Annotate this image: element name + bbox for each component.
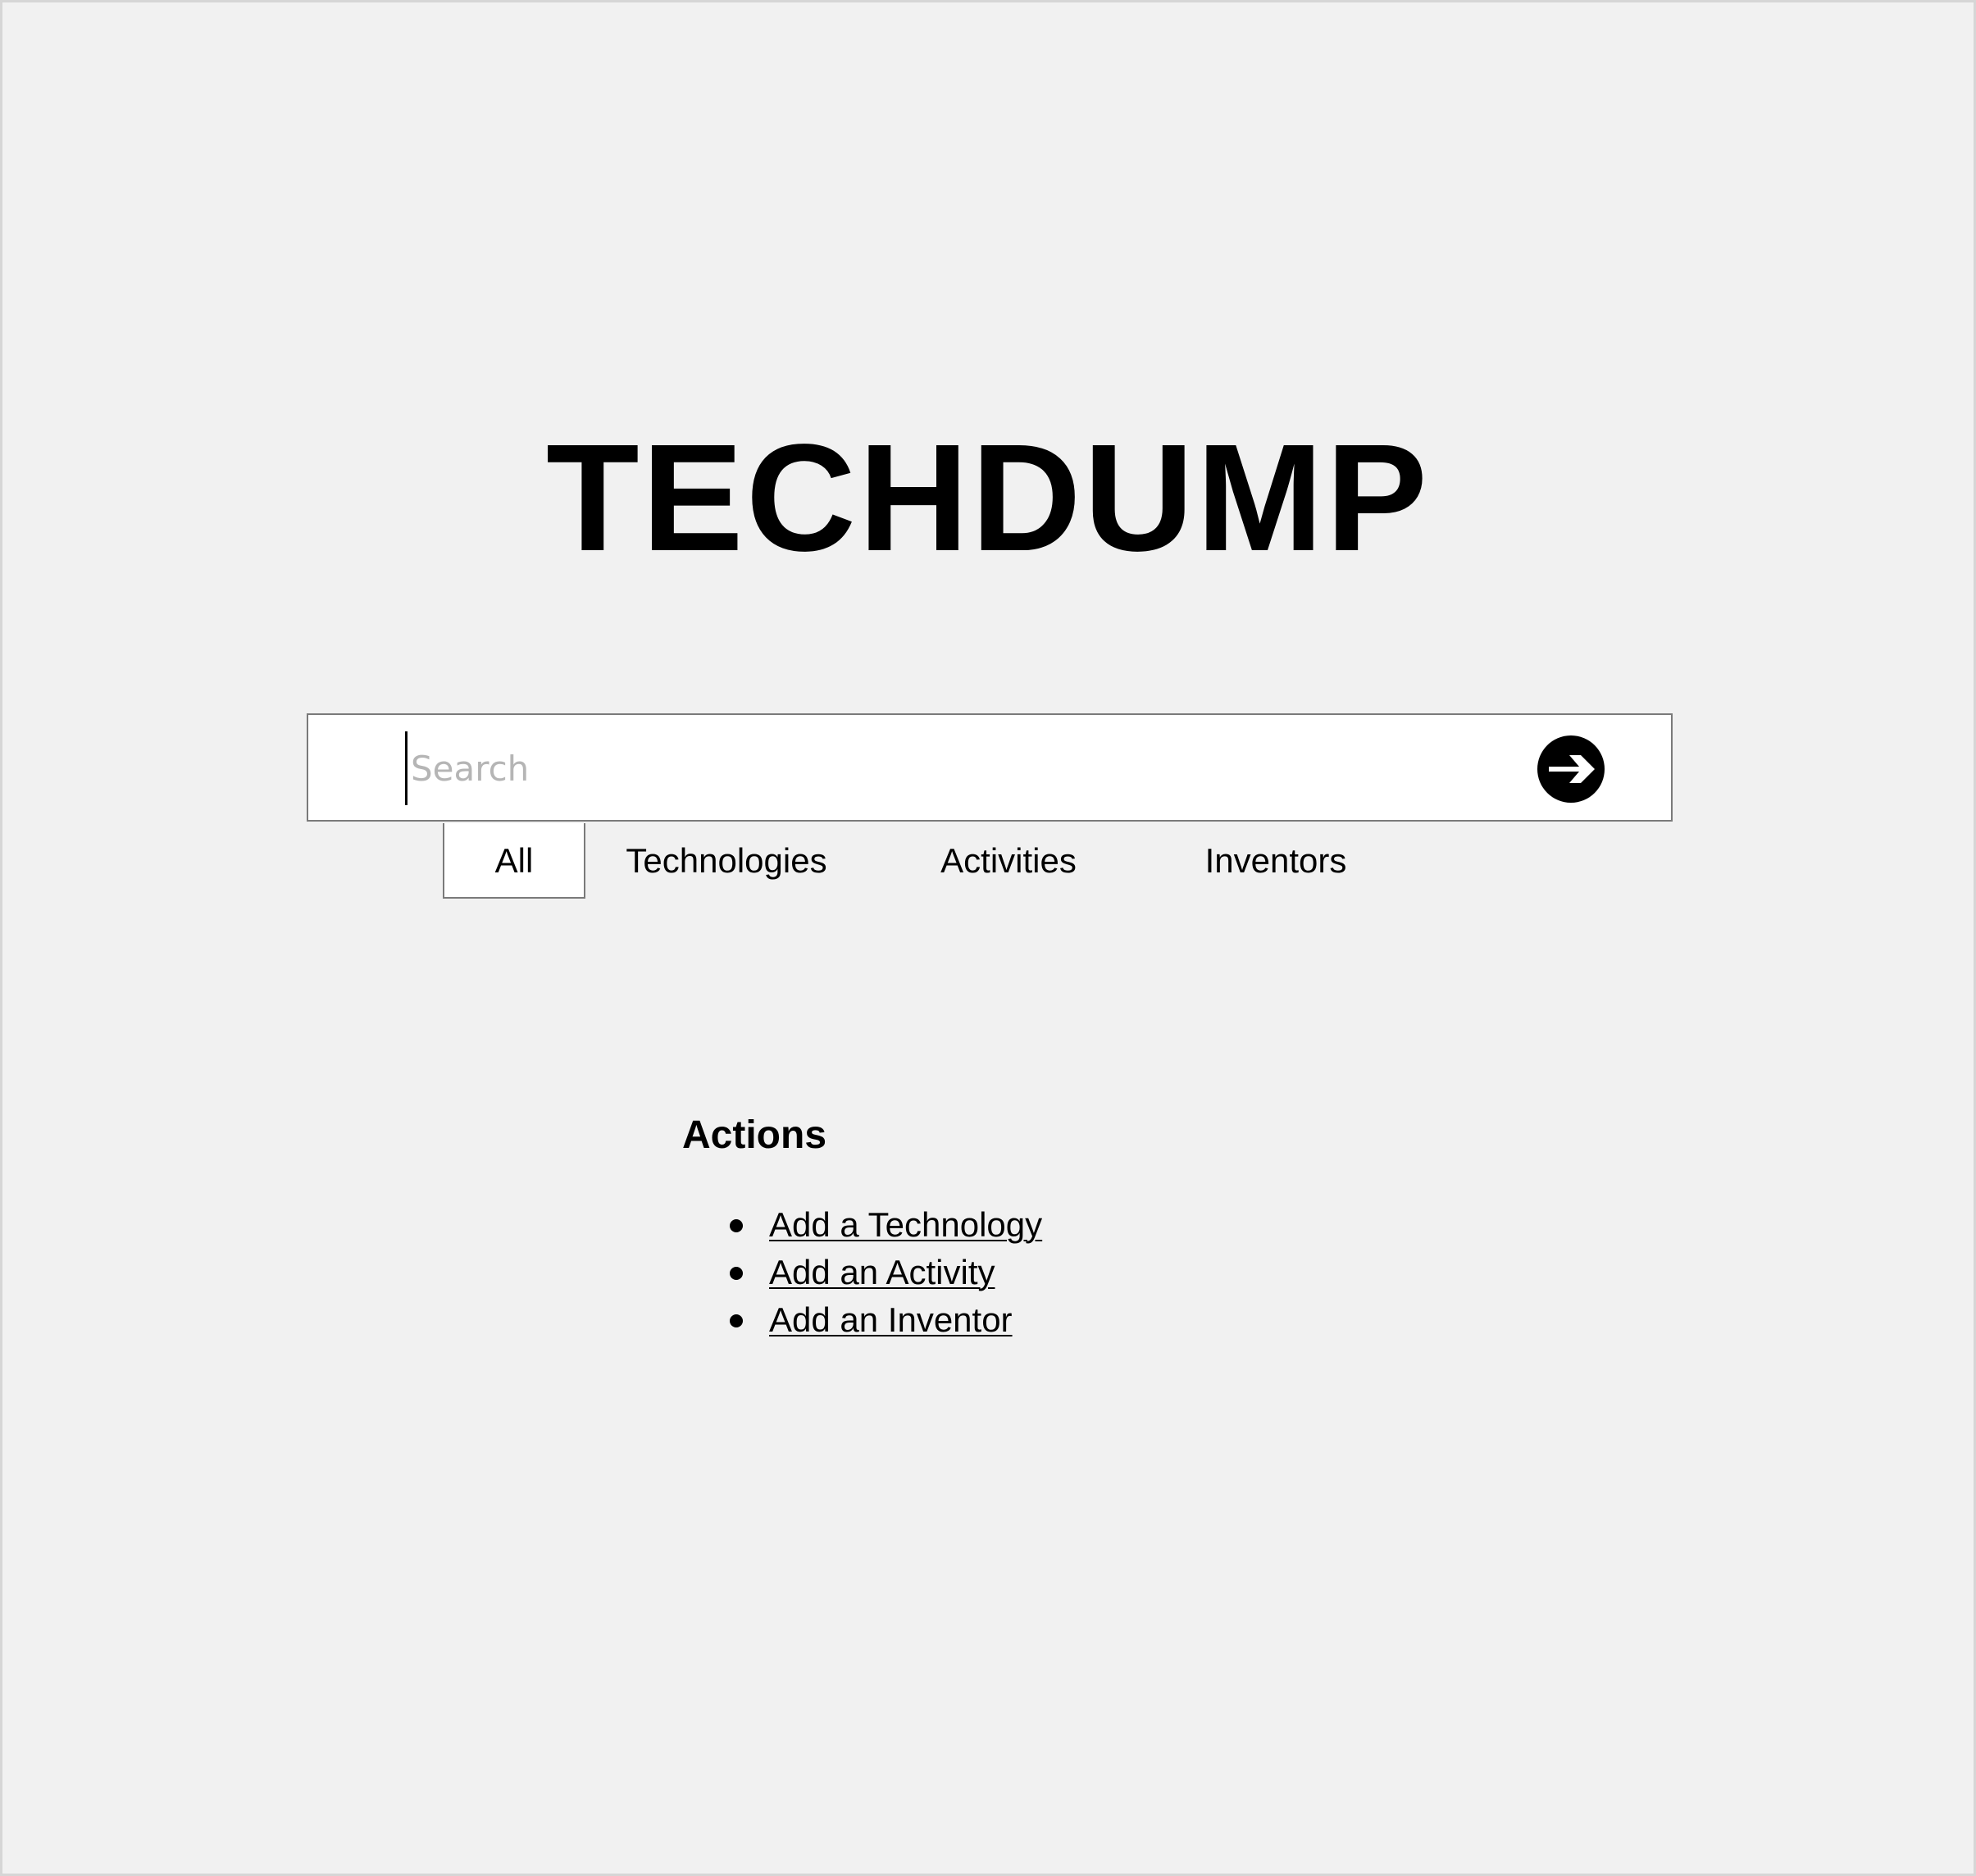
bullet-icon	[730, 1314, 743, 1327]
search-submit-button[interactable]	[1537, 735, 1605, 804]
bullet-icon	[730, 1219, 743, 1232]
list-item: Add a Technology	[682, 1201, 1042, 1249]
site-logo[interactable]: TECHDUMP	[0, 410, 1976, 586]
arrow-right-circle-icon	[1537, 735, 1605, 803]
window-frame	[0, 0, 1976, 1876]
add-inventor-link[interactable]: Add an Inventor	[769, 1300, 1013, 1339]
bullet-icon	[730, 1267, 743, 1280]
actions-list: Add a Technology Add an Activity Add an …	[682, 1201, 1042, 1344]
add-technology-link[interactable]: Add a Technology	[769, 1205, 1042, 1244]
add-activity-link[interactable]: Add an Activity	[769, 1253, 995, 1291]
search-box	[307, 713, 1673, 822]
list-item: Add an Inventor	[682, 1296, 1042, 1344]
tab-all[interactable]: All	[443, 823, 585, 899]
tab-technologies[interactable]: Technologies	[618, 823, 835, 899]
actions-heading: Actions	[682, 1113, 827, 1157]
tab-inventors[interactable]: Inventors	[1194, 823, 1358, 899]
search-input[interactable]	[405, 731, 1542, 805]
tab-activities[interactable]: Activities	[935, 823, 1082, 899]
list-item: Add an Activity	[682, 1249, 1042, 1296]
